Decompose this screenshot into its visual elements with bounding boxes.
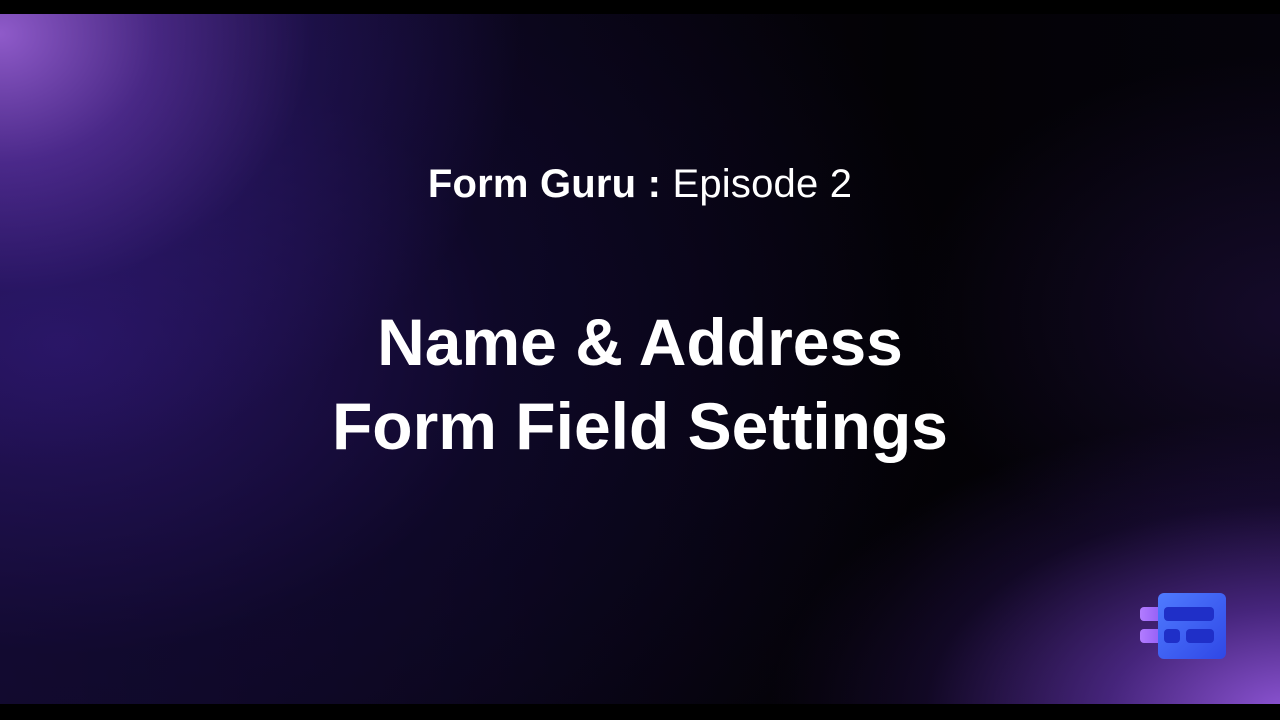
video-frame: Form Guru : Episode 2 Name & Address For… [0, 0, 1280, 720]
slide-title: Name & Address Form Field Settings [0, 300, 1280, 468]
series-name: Form Guru : [427, 162, 662, 206]
form-builder-logo-icon [1140, 593, 1226, 659]
title-slide: Form Guru : Episode 2 Name & Address For… [0, 14, 1280, 704]
episode-subtitle: Form Guru : Episode 2 [0, 160, 1280, 208]
title-line-1: Name & Address [377, 305, 903, 379]
title-line-2: Form Field Settings [331, 389, 949, 463]
episode-number: Episode 2 [672, 162, 853, 206]
